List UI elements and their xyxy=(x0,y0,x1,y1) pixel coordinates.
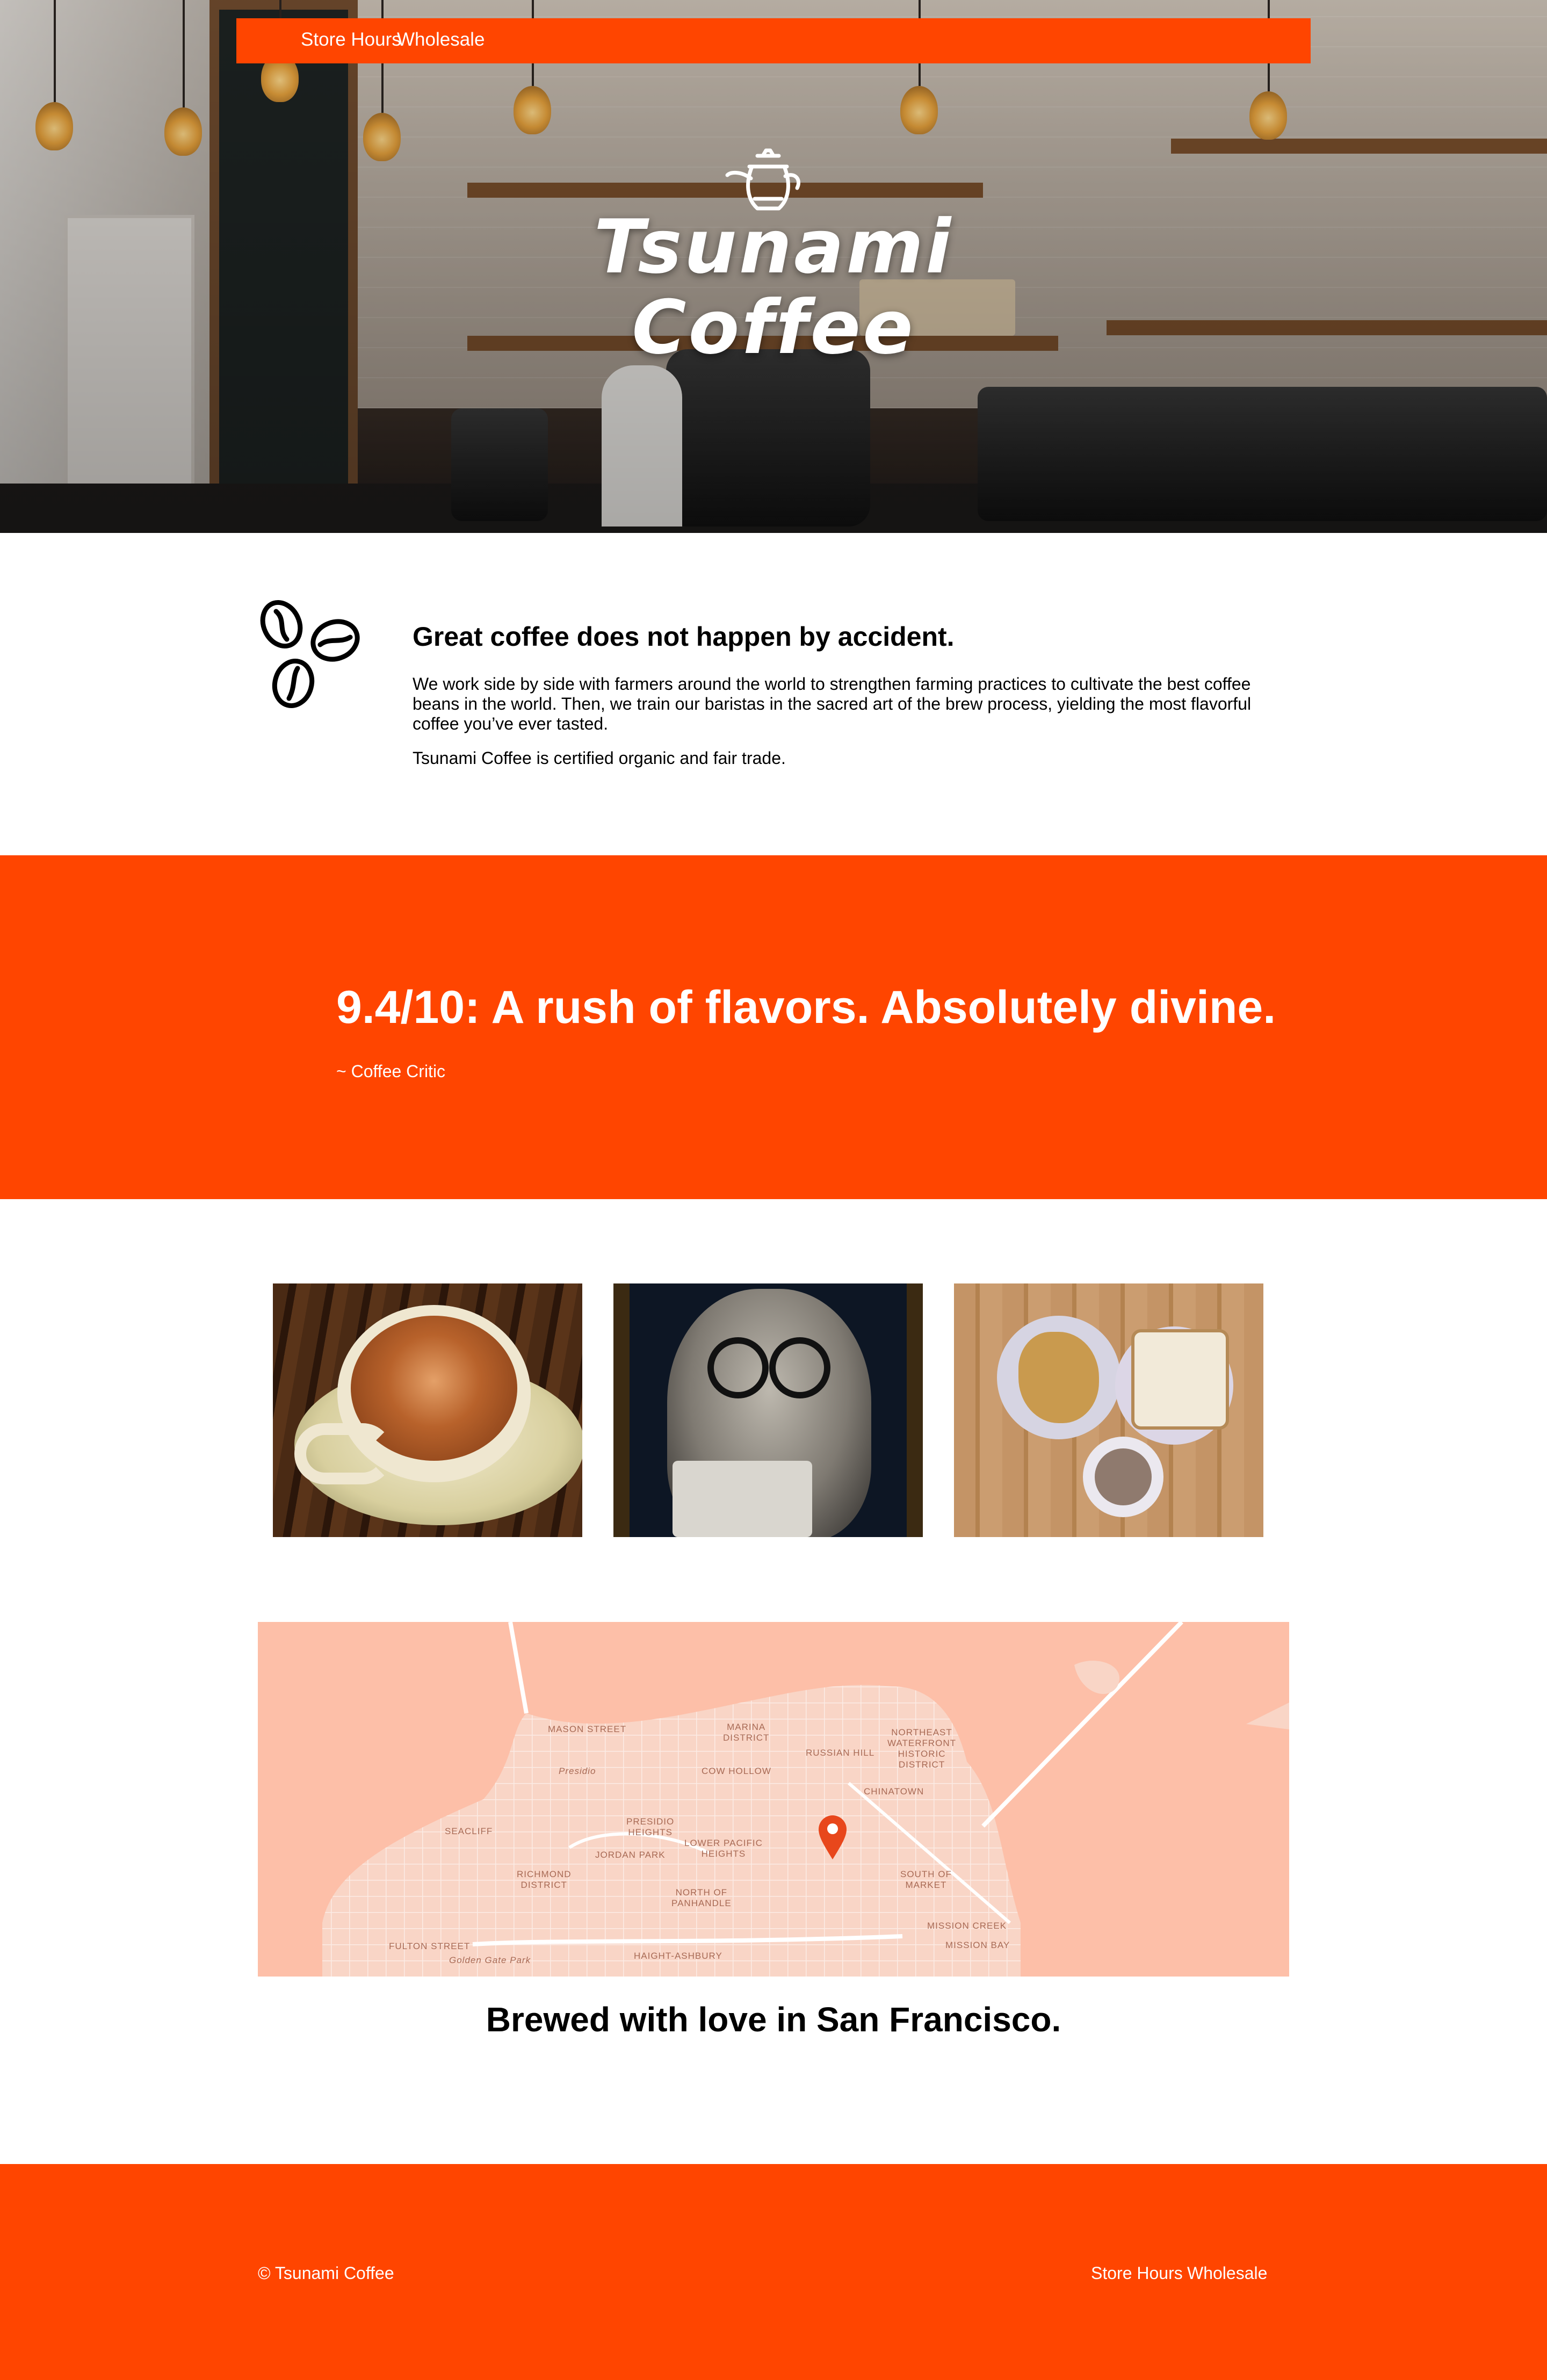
map-label: MISSION BAY xyxy=(945,1940,1010,1950)
map-label: MASON STREET xyxy=(548,1724,627,1734)
bearded-man-photo xyxy=(613,1283,923,1537)
nav-store-hours-link[interactable]: Store Hours xyxy=(301,29,401,51)
map-label: Golden Gate Park xyxy=(449,1955,531,1965)
logo-line-2: Coffee xyxy=(632,284,915,371)
map-label: NORTH OF PANHANDLE xyxy=(671,1887,732,1908)
map-label: FULTON STREET xyxy=(389,1941,471,1951)
coffee-beans-icon xyxy=(260,600,360,709)
map-label: CHINATOWN xyxy=(864,1786,924,1797)
map-label: Presidio xyxy=(559,1766,596,1776)
top-nav: Store Hours Wholesale xyxy=(236,18,1311,63)
map-caption: Brewed with love in San Francisco. xyxy=(486,2000,1061,2039)
footer-wholesale-link[interactable]: Wholesale xyxy=(1187,2263,1267,2283)
nav-wholesale-link[interactable]: Wholesale xyxy=(397,29,485,51)
review-attribution: ~ Coffee Critic xyxy=(336,1062,446,1081)
map-streets xyxy=(322,1622,1289,1977)
intro-paragraph-1: We work side by side with farmers around… xyxy=(413,674,1252,733)
map-label: JORDAN PARK xyxy=(595,1850,666,1860)
map-label: PRESIDIO HEIGHTS xyxy=(626,1816,675,1837)
map-label: NORTHEAST WATERFRONT HISTORIC DISTRICT xyxy=(887,1727,957,1770)
location-map[interactable]: MARINA DISTRICT NORTHEAST WATERFRONT HISTOR… xyxy=(258,1622,1289,1977)
logo-line-1: Tsunami xyxy=(594,204,953,290)
map-label: MISSION CREEK xyxy=(927,1921,1007,1931)
map-label: SOUTH OF MARKET xyxy=(900,1869,952,1890)
review-quote: 9.4/10: A rush of flavors. Absolutely di… xyxy=(336,982,1276,1033)
hero-banner: Tsunami Coffee xyxy=(0,0,1547,533)
breakfast-photo xyxy=(954,1283,1263,1537)
latte-photo xyxy=(273,1283,582,1537)
footer-copyright: © Tsunami Coffee xyxy=(258,2263,394,2283)
map-label: SEACLIFF xyxy=(445,1826,493,1836)
map-pin-icon[interactable] xyxy=(818,1814,848,1860)
footer-store-hours-link[interactable]: Store Hours xyxy=(1091,2263,1183,2283)
map-label: COW HOLLOW xyxy=(702,1766,771,1776)
map-label: MARINA DISTRICT xyxy=(723,1722,770,1743)
intro-title: Great coffee does not happen by accident… xyxy=(413,622,955,652)
map-label: LOWER PACIFIC HEIGHTS xyxy=(684,1838,763,1859)
map-label: RUSSIAN HILL xyxy=(806,1748,875,1758)
map-label: HAIGHT-ASHBURY xyxy=(634,1951,722,1961)
footer xyxy=(0,2164,1547,2380)
intro-paragraph-2: Tsunami Coffee is certified organic and … xyxy=(413,748,786,768)
logo-wordmark[interactable]: Tsunami Coffee xyxy=(559,207,988,368)
map-label: RICHMOND DISTRICT xyxy=(517,1869,572,1890)
